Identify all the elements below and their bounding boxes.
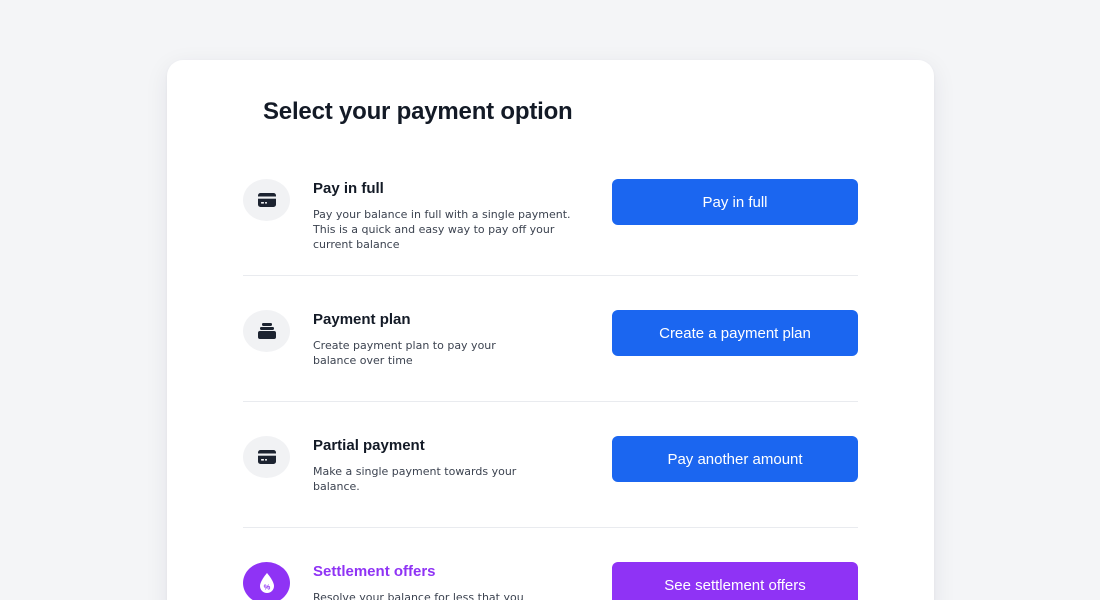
option-pay-in-full: Pay in full Pay your balance in full wit… (243, 179, 858, 276)
see-settlement-offers-button[interactable]: See settlement offers (612, 562, 858, 600)
option-title: Pay in full (313, 180, 384, 197)
description-line: current balance (313, 238, 400, 251)
stack-icon (243, 310, 290, 352)
option-partial-payment: Partial payment Make a single payment to… (243, 436, 858, 528)
option-title: Payment plan (313, 311, 411, 328)
credit-card-icon (243, 179, 290, 221)
option-description: Pay your balance in full with a single p… (313, 207, 571, 252)
description-line: Resolve your balance for less that you (313, 591, 524, 600)
description-line: This is a quick and easy way to pay off … (313, 223, 555, 236)
description-line: balance. (313, 480, 360, 493)
create-payment-plan-button[interactable]: Create a payment plan (612, 310, 858, 356)
option-title: Partial payment (313, 437, 425, 454)
payment-options-card: Select your payment option Pay in full P… (167, 60, 934, 600)
description-line: Make a single payment towards your (313, 465, 517, 478)
percent-drop-icon: % (243, 562, 290, 600)
page-background: Select your payment option Pay in full P… (0, 0, 1100, 600)
page-title: Select your payment option (263, 98, 573, 125)
description-line: balance over time (313, 354, 413, 367)
description-line: Create payment plan to pay your (313, 339, 496, 352)
description-line: Pay your balance in full with a single p… (313, 208, 571, 221)
pay-another-amount-button[interactable]: Pay another amount (612, 436, 858, 482)
option-payment-plan: Payment plan Create payment plan to pay … (243, 310, 858, 402)
credit-card-icon (243, 436, 290, 478)
option-title: Settlement offers (313, 563, 436, 580)
option-description: Resolve your balance for less that you (313, 590, 524, 600)
pay-in-full-button[interactable]: Pay in full (612, 179, 858, 225)
option-settlement-offers: % Settlement offers Resolve your balance… (243, 562, 858, 600)
option-description: Create payment plan to pay your balance … (313, 338, 496, 368)
svg-text:%: % (263, 583, 270, 592)
option-description: Make a single payment towards your balan… (313, 464, 516, 494)
